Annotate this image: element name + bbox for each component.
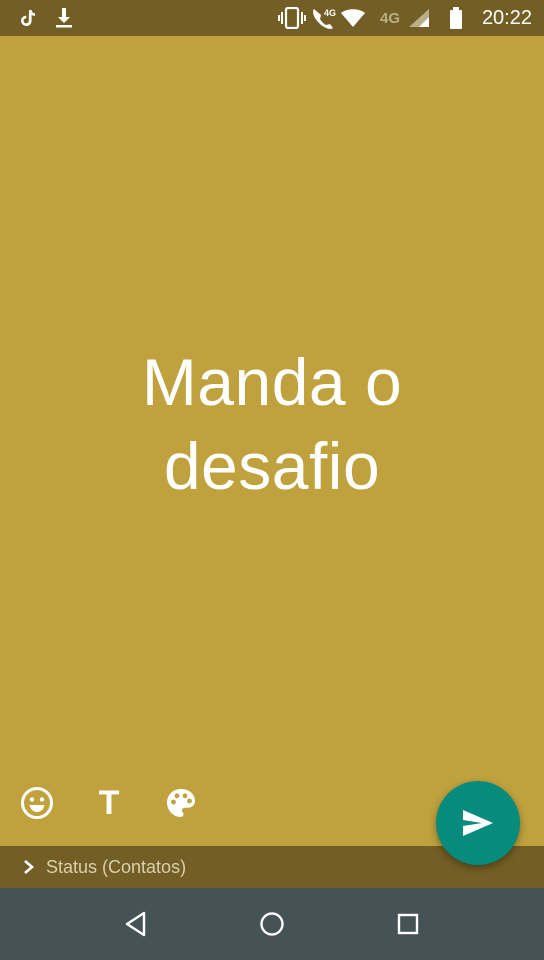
svg-text:4G: 4G [324,8,336,18]
clock: 20:22 [481,6,532,29]
chevron-right-icon [20,858,38,876]
download-icon [52,0,76,36]
emoji-button[interactable] [19,785,55,821]
send-icon [463,810,493,836]
text-style-button[interactable]: T [91,785,127,821]
recents-button[interactable] [384,900,432,948]
recents-icon [397,913,419,935]
wifi-calling-icon: 4G [310,0,338,36]
home-button[interactable] [248,900,296,948]
home-icon [260,912,284,936]
status-bar: 4G 4G 20:22 [0,0,544,36]
text-style-icon: T [98,784,120,822]
back-icon [125,911,146,937]
back-button[interactable] [112,900,160,948]
emoji-icon [21,787,53,819]
status-text[interactable]: Manda o desafio [0,340,544,508]
network-type-label: 4G [380,9,401,27]
signal-icon [408,0,430,36]
battery-icon [446,0,466,36]
wifi-icon [340,0,366,36]
color-palette-button[interactable] [163,785,199,821]
navigation-bar [0,888,544,960]
status-audience-label: Status (Contatos) [46,856,187,877]
send-button[interactable] [436,781,520,865]
palette-icon [167,789,195,817]
vibrate-icon [278,0,306,36]
tiktok-icon [18,0,38,36]
